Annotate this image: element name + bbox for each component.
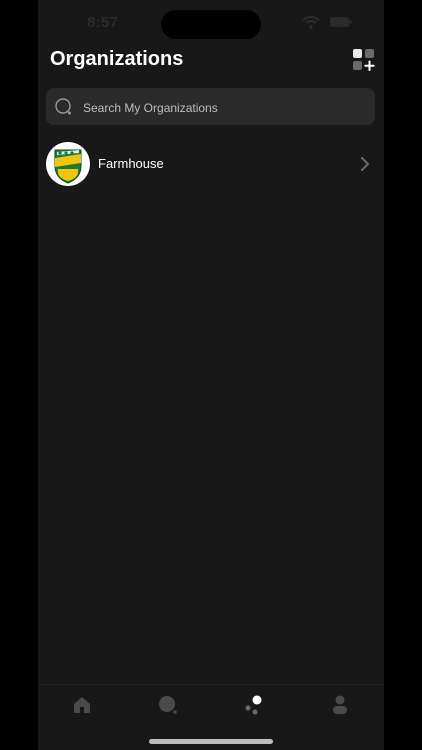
tab-organizations[interactable] <box>234 693 274 729</box>
page-title: Organizations <box>50 48 184 70</box>
app-screen: 8:57 Organizations Search My Organizatio… <box>38 0 384 750</box>
wifi-icon <box>302 15 320 29</box>
dynamic-island <box>161 10 261 39</box>
home-icon <box>74 697 90 713</box>
organization-row-farmhouse[interactable]: Farmhouse <box>46 142 376 186</box>
search-input[interactable] <box>81 88 370 127</box>
tab-search[interactable] <box>148 693 188 729</box>
tab-profile[interactable] <box>320 693 360 729</box>
organizations-icon <box>245 695 262 715</box>
home-indicator[interactable] <box>149 739 273 744</box>
status-time: 8:57 <box>87 14 119 31</box>
add-organization-button[interactable] <box>352 49 376 71</box>
tab-home[interactable] <box>62 693 102 729</box>
search-icon <box>55 98 71 115</box>
battery-icon <box>330 17 352 27</box>
profile-icon <box>333 695 347 714</box>
search-icon <box>159 696 177 714</box>
chevron-right-icon <box>361 157 369 171</box>
search-bar[interactable] <box>46 88 375 127</box>
farmhouse-logo <box>46 142 90 186</box>
organization-name: Farmhouse <box>98 156 164 171</box>
